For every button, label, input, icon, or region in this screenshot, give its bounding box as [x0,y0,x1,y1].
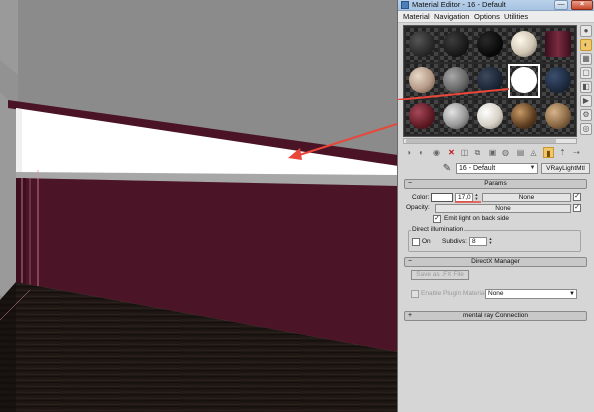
menu-material[interactable]: Material [403,12,430,22]
plugin-select-value: None [488,290,504,297]
side-wall [0,0,18,305]
direct-on-label: On [422,238,431,245]
annotation-arrow-tail [397,88,510,100]
make-preview-icon[interactable]: ▶ [580,95,592,107]
sample-slot[interactable] [508,100,540,134]
menu-bar: Material Navigation Options Utilities [398,11,594,23]
chevron-down-icon[interactable]: ▼ [528,164,537,173]
sample-slot[interactable] [474,28,506,62]
stone-sphere-icon [477,103,503,129]
menu-utilities[interactable]: Utilities [504,12,528,22]
dark-rough-sphere-icon [409,31,435,57]
show-map-icon[interactable]: ▤ [515,147,526,158]
pick-material-icon[interactable]: ✎ [441,163,453,175]
sample-slot[interactable] [440,28,472,62]
expand-icon: + [408,312,413,319]
navy-pattern-sphere-icon [545,67,571,93]
color-map-checkbox[interactable]: ✓ [573,193,581,201]
put-library-icon[interactable]: ▣ [487,147,498,158]
collapse-icon: − [408,258,413,265]
subdivs-field[interactable]: 8 [469,237,487,246]
material-name-row: ✎ 16 - Default ▼ VRayLightMtl [401,162,592,176]
save-fx-button[interactable]: Save as .FX File [411,270,469,280]
subdivs-label: Subdivs: [442,238,467,245]
gray-metal-sphere-icon [443,103,469,129]
menu-options[interactable]: Options [474,12,500,22]
title-bar[interactable]: Material Editor - 16 - Default — × [398,0,594,11]
empty-panel-area [398,325,594,412]
chevron-down-icon: ▼ [569,291,575,297]
dark-sphere-icon [443,31,469,57]
sample-slot[interactable] [474,100,506,134]
make-unique-icon[interactable]: ⧉ [472,147,483,158]
material-type-button[interactable]: VRayLightMtl [541,163,590,174]
color-label: Color: [412,194,430,201]
assign-material-icon[interactable]: ◉ [431,147,442,158]
emit-back-side-label: Emit light on back side [444,215,510,222]
uv-tiling-icon[interactable]: ▢ [580,67,592,79]
color-map-button[interactable]: None [482,193,571,202]
directx-rollout-title: DirectX Manager [471,258,520,265]
put-material-icon[interactable]: ◐ [416,147,427,158]
slots-horizontal-scrollbar[interactable] [403,138,577,144]
reset-map-icon[interactable]: ✕ [446,147,457,158]
color-swatch[interactable] [431,193,453,202]
beige-sphere-icon [511,31,537,57]
enable-plugin-label: Enable Plugin Material [421,290,487,297]
mental-ray-rollout-header[interactable]: + mental ray Connection [404,311,587,321]
sample-slot[interactable] [406,100,438,134]
subdivs-spinner[interactable]: ▲ ▼ [488,237,493,246]
viewport-scene [0,0,398,412]
params-rollout-header[interactable]: − Params [404,179,587,189]
go-forward-icon[interactable]: ⇢ [571,147,582,158]
video-color-icon[interactable]: ◧ [580,81,592,93]
sample-slot[interactable] [508,28,540,62]
side-toolbar: ● ◐ ▦ ▢ ◧ ▶ ⚙ ◎ [579,25,593,145]
wood-sphere-icon [511,103,537,129]
minimize-button[interactable]: — [554,0,568,10]
mental-ray-rollout-title: mental ray Connection [462,312,529,319]
sample-slot[interactable] [542,100,574,134]
scroll-thumb[interactable] [406,139,556,143]
material-toolbar: ◑ ◐ ◉ ✕ ◫ ⧉ ▣ ◍ ▤ ◬ ▮ ⇡ ⇢ [401,146,592,160]
opacity-map-button[interactable]: None [435,204,571,213]
go-to-parent-icon[interactable]: ⇡ [557,147,568,158]
direct-illumination-title: Direct illumination [411,226,465,234]
maroon-sphere-icon [409,103,435,129]
get-material-icon[interactable]: ◑ [403,147,414,158]
black-sphere-icon [477,31,503,57]
plugin-material-select[interactable]: None ▼ [485,289,577,299]
sample-slot[interactable] [542,64,574,98]
viewport-3d[interactable] [0,0,398,412]
app-root: Material Editor - 16 - Default — × Mater… [0,0,594,412]
directx-rollout-header[interactable]: − DirectX Manager [404,257,587,267]
direct-on-checkbox[interactable] [412,238,420,246]
show-shaded-map-icon[interactable]: ▮ [543,147,554,158]
background-icon[interactable]: ▦ [580,53,592,65]
sample-slot[interactable] [542,28,574,62]
emit-back-side-checkbox[interactable]: ✓ [433,215,441,223]
opacity-label: Opacity: [406,204,430,211]
material-name-text: 16 - Default [459,165,496,172]
menu-navigation[interactable]: Navigation [434,12,469,22]
material-editor-icon [401,1,409,9]
options-icon[interactable]: ⚙ [580,109,592,121]
tile-sphere-icon [545,103,571,129]
sample-slot[interactable] [440,100,472,134]
collapse-icon: − [408,180,413,187]
params-rollout-title: Params [484,180,507,187]
show-end-result-icon[interactable]: ◬ [528,147,539,158]
select-by-material-icon[interactable]: ◎ [580,123,592,135]
close-button[interactable]: × [571,0,593,10]
backlight-icon[interactable]: ◐ [580,39,592,51]
material-id-icon[interactable]: ◍ [500,147,511,158]
window-title: Material Editor - 16 - Default [412,0,506,9]
opacity-map-checkbox[interactable]: ✓ [573,204,581,212]
sample-slot[interactable] [406,28,438,62]
wine-cylinder-icon [545,31,571,57]
sample-type-icon[interactable]: ● [580,25,592,37]
enable-plugin-checkbox[interactable] [411,290,419,298]
copy-material-icon[interactable]: ◫ [459,147,470,158]
material-name-field[interactable]: 16 - Default ▼ [456,163,538,174]
